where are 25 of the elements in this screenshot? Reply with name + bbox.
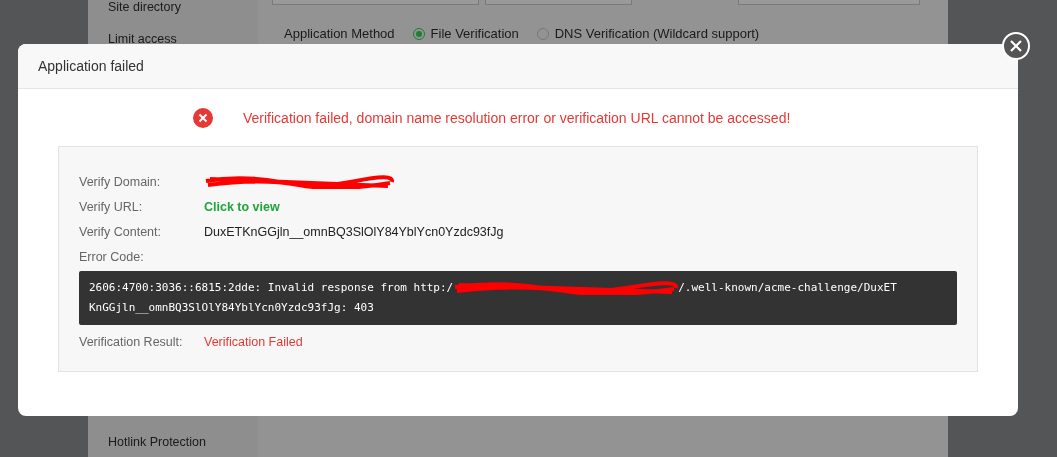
sidebar-item[interactable]: Site directory	[108, 0, 258, 14]
detail-label: Verify URL:	[79, 199, 144, 214]
error-icon	[193, 108, 213, 128]
detail-label: Verify Domain:	[79, 174, 162, 189]
detail-label: Error Code:	[79, 249, 145, 264]
view-link[interactable]: Click to view	[204, 199, 280, 214]
error-code-text: /.well-known/acme-challenge/DuxET	[678, 280, 897, 296]
radio-option[interactable]: File Verification	[402, 26, 519, 41]
input-field[interactable]	[738, 0, 920, 5]
sidebar-item[interactable]: Hotlink Protection	[108, 435, 258, 449]
error-message: Verification failed, domain name resolution error or verification URL cannot be accessed!	[243, 110, 791, 126]
close-icon	[1010, 40, 1022, 52]
detail-label: Verification Result:	[79, 334, 184, 349]
error-code-text: 2606:4700:3036::6815:2dde: Invalid response from http:/	[89, 280, 454, 296]
sidebar-item[interactable]: Limit access	[108, 32, 258, 46]
input-field[interactable]	[485, 0, 632, 5]
error-code-text: KnGGjln__omnBQ3SlOlY84YblYcn0Yzdc93fJg: 403	[89, 300, 374, 316]
dialog-title: Application failed	[38, 58, 144, 74]
detail-value: DuxETKnGGjln__omnBQ3SlOlY84YblYcn0Yzdc93fJg	[204, 224, 504, 239]
close-button[interactable]	[1002, 32, 1030, 60]
input-field[interactable]	[272, 0, 479, 5]
method-label: Application Method	[284, 26, 395, 41]
detail-label: Verify Content:	[79, 224, 162, 239]
result-value: Verification Failed	[204, 334, 303, 349]
radio-option[interactable]: DNS Verification (Wildcard support)	[526, 26, 760, 41]
